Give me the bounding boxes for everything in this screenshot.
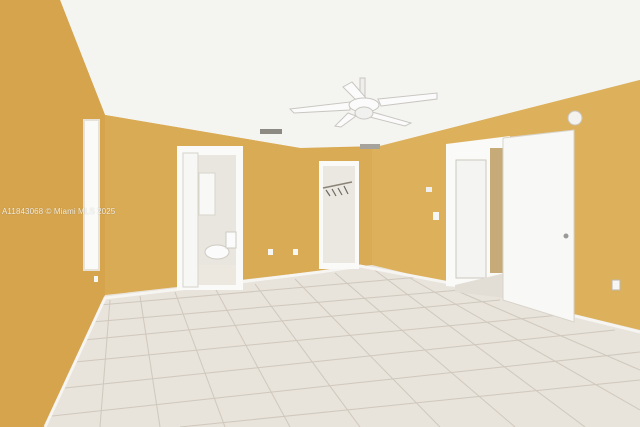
outlet	[611, 279, 621, 291]
bathroom-door-open	[182, 152, 199, 288]
bedroom-photo: A11843068 © Miami MLS 2025	[0, 0, 640, 427]
bathroom-floor	[198, 265, 236, 285]
interior-door	[455, 159, 487, 279]
thermostat	[426, 187, 432, 192]
ceiling-vent-2	[360, 144, 380, 149]
mls-watermark: A11843068 © Miami MLS 2025	[2, 207, 116, 216]
window	[83, 119, 100, 271]
smoke-detector	[567, 110, 583, 126]
toilet	[204, 244, 230, 260]
outlet	[268, 249, 273, 255]
hallway-wall	[490, 148, 504, 273]
outlet	[293, 249, 298, 255]
toilet-tank	[225, 231, 237, 249]
bathroom-window	[198, 172, 216, 216]
door-knob	[563, 233, 569, 239]
closet-interior	[323, 166, 355, 263]
ceiling-vent	[260, 129, 282, 134]
open-door	[502, 129, 575, 323]
outlet	[94, 276, 98, 282]
light-switch	[433, 212, 439, 220]
